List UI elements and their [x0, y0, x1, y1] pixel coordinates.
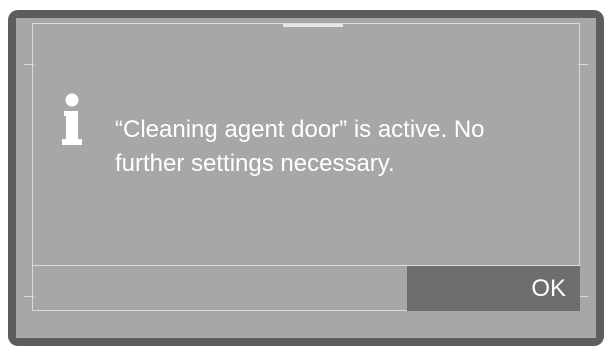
ok-button[interactable]: OK: [407, 266, 580, 311]
info-icon: [62, 93, 82, 145]
dialog-message: “Cleaning agent door” is active. No furt…: [115, 116, 485, 177]
frame-tick-left-top: [24, 64, 34, 65]
frame-tick-left-bottom: [24, 296, 34, 297]
frame-tick-right-top: [578, 64, 588, 65]
